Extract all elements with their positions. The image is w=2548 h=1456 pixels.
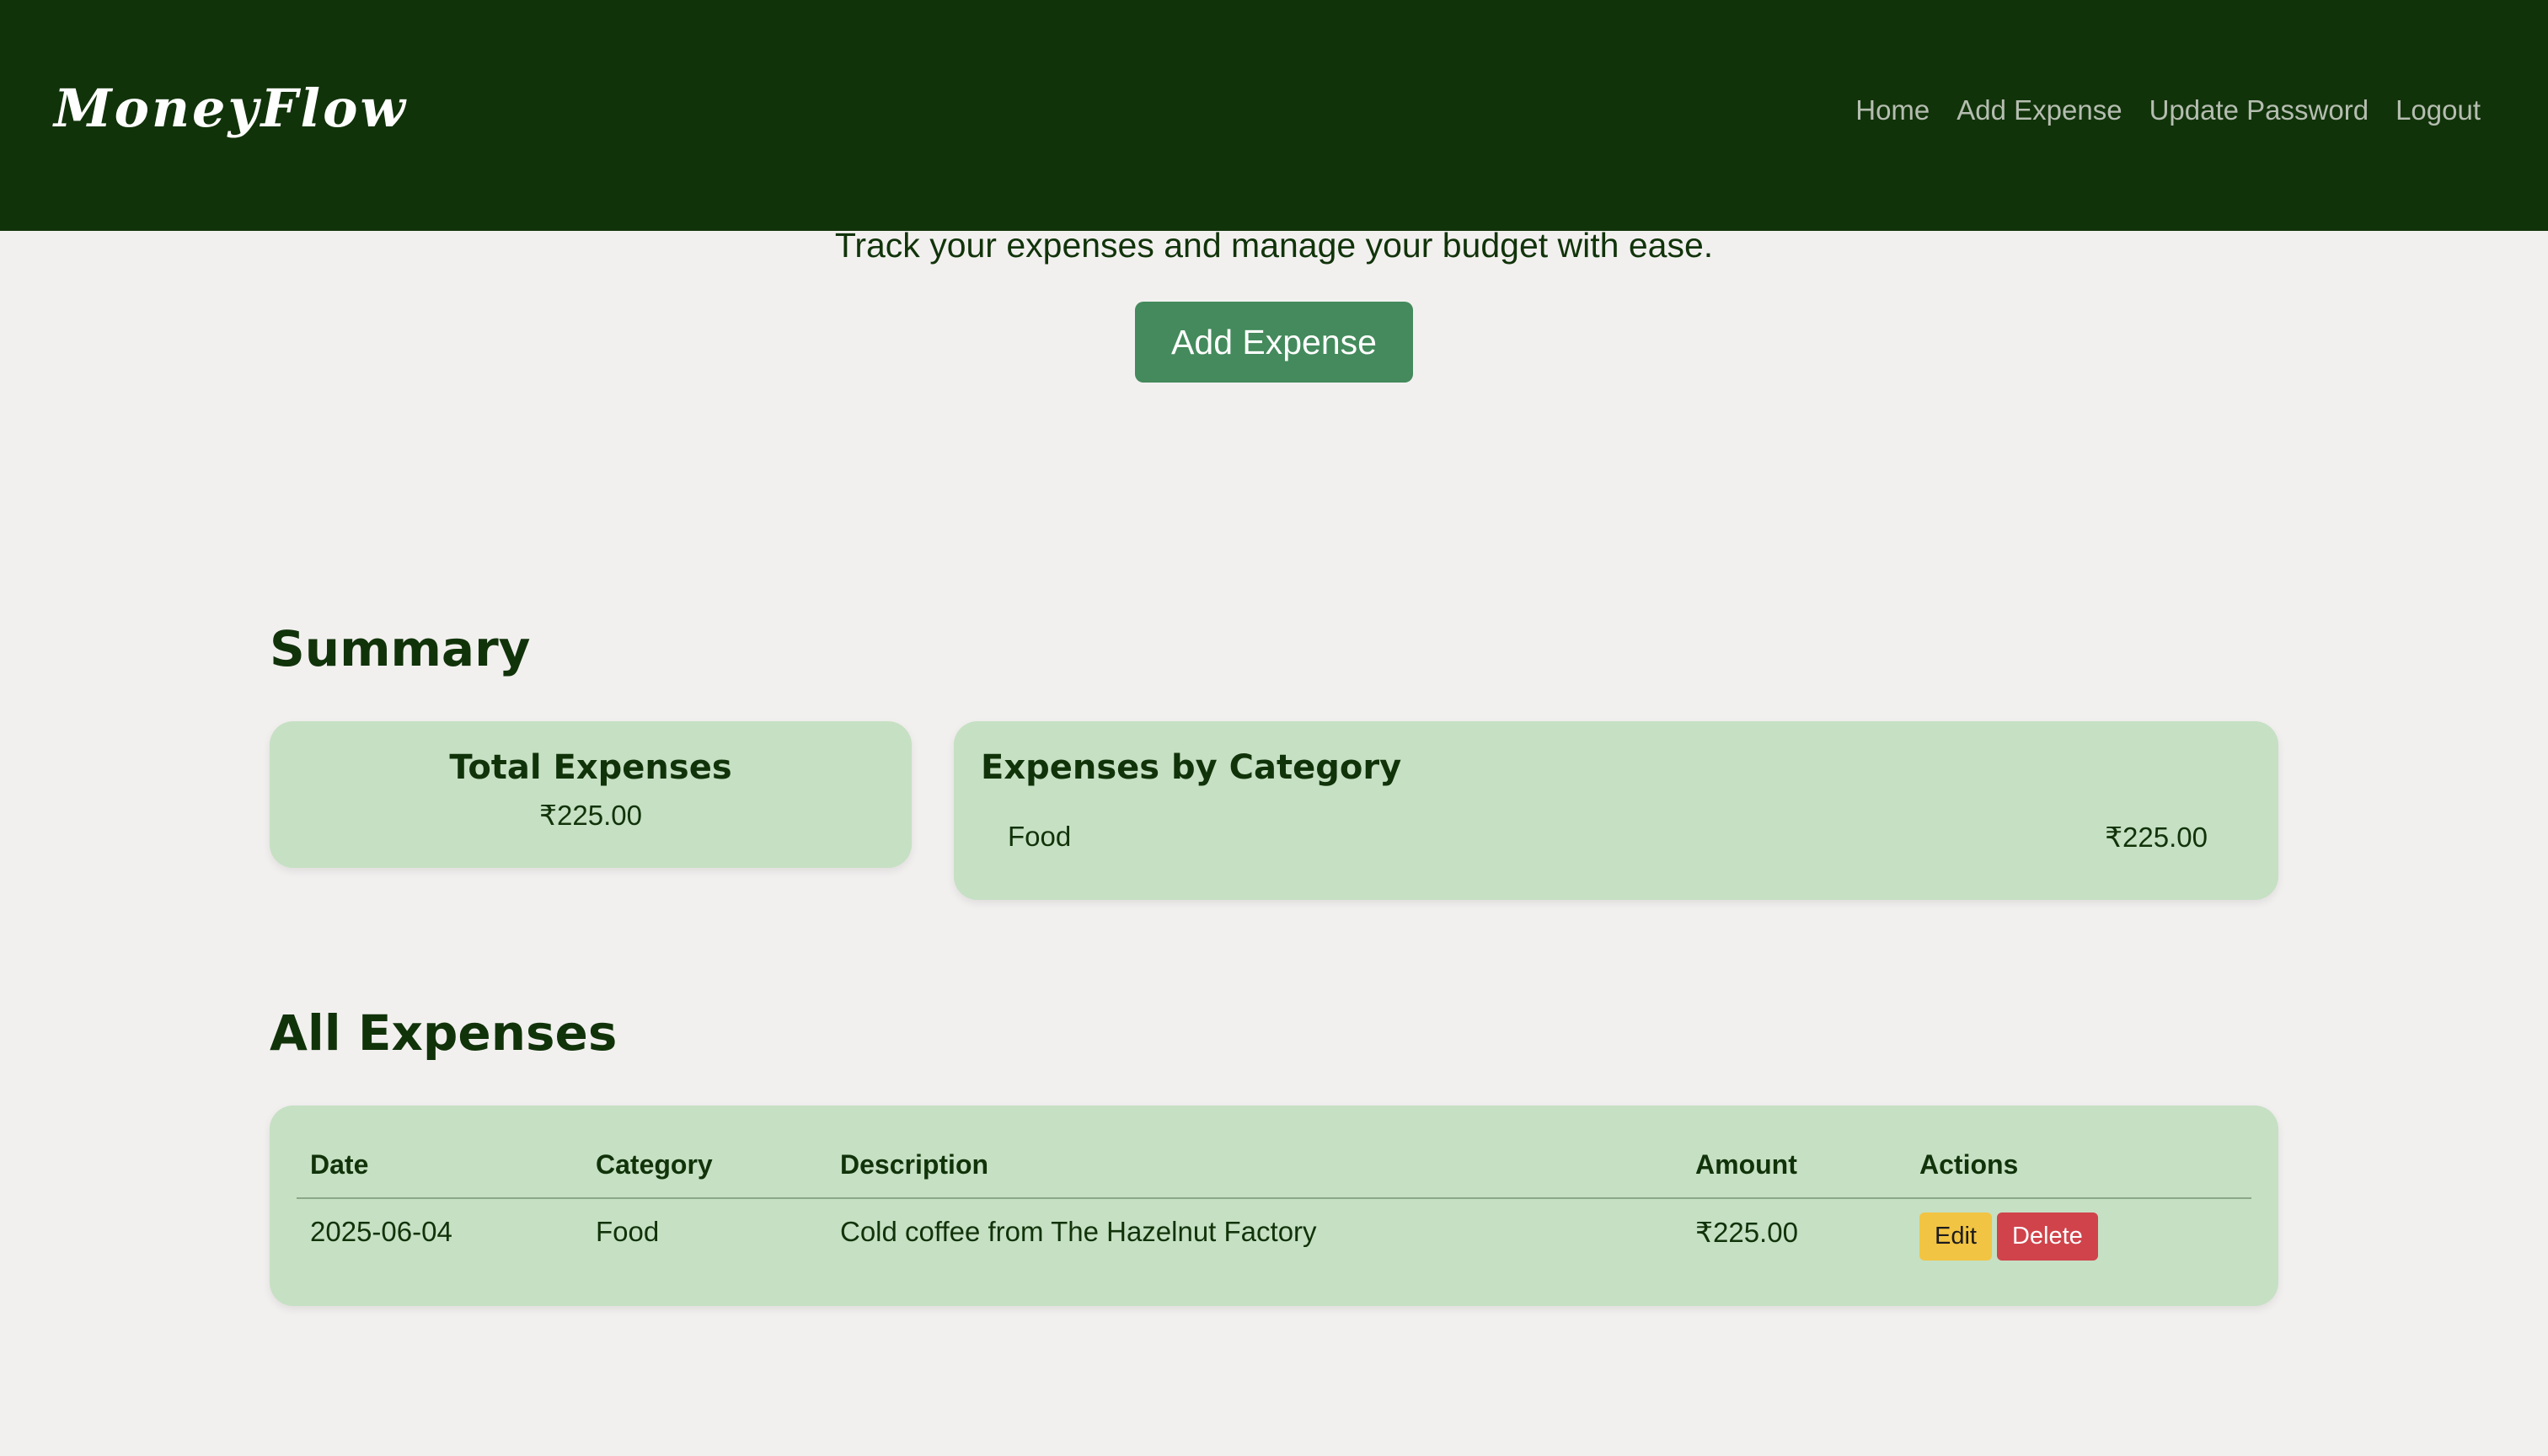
category-name: Food xyxy=(1008,821,1072,852)
expenses-by-category-card: Expenses by Category Food ₹225.00 xyxy=(954,721,2278,900)
edit-button[interactable]: Edit xyxy=(1919,1212,1992,1261)
cell-actions: Edit Delete xyxy=(1906,1198,2251,1276)
all-expenses-heading: All Expenses xyxy=(270,1004,618,1062)
delete-button[interactable]: Delete xyxy=(1996,1212,2098,1261)
total-expenses-title: Total Expenses xyxy=(449,748,732,787)
nav-link-update-password[interactable]: Update Password xyxy=(2149,94,2369,126)
cell-category: Food xyxy=(596,1216,660,1247)
total-expenses-value: ₹225.00 xyxy=(539,800,642,831)
nav-link-home[interactable]: Home xyxy=(1855,94,1930,126)
column-header-description: Description xyxy=(827,1143,1682,1199)
brand-logo[interactable]: MoneyFlow xyxy=(54,78,408,139)
expenses-table-card: Date Category Description Amount Actions… xyxy=(270,1105,2278,1306)
column-header-actions: Actions xyxy=(1906,1143,2251,1199)
total-expenses-card: Total Expenses ₹225.00 xyxy=(270,721,912,868)
hero-tagline: Track your expenses and manage your budg… xyxy=(834,226,1714,265)
nav-links: Home Add Expense Update Password Logout xyxy=(1855,94,2481,126)
table-row: 2025-06-04 Food Cold coffee from The Haz… xyxy=(297,1198,2251,1276)
cell-description: Cold coffee from The Hazelnut Factory xyxy=(840,1216,1317,1247)
column-header-date: Date xyxy=(297,1143,582,1199)
nav-link-add-expense[interactable]: Add Expense xyxy=(1956,94,2122,126)
table-header-row: Date Category Description Amount Actions xyxy=(297,1143,2251,1199)
category-amount: ₹225.00 xyxy=(2105,822,2208,853)
add-expense-button[interactable]: Add Expense xyxy=(1135,302,1413,383)
navbar: MoneyFlow Home Add Expense Update Passwo… xyxy=(0,0,2548,231)
column-header-category: Category xyxy=(582,1143,827,1199)
expenses-by-category-title: Expenses by Category xyxy=(981,748,1402,787)
cell-date: 2025-06-04 xyxy=(310,1216,452,1247)
expenses-table: Date Category Description Amount Actions… xyxy=(297,1143,2251,1276)
cell-amount: ₹225.00 xyxy=(1695,1217,1798,1248)
column-header-amount: Amount xyxy=(1682,1143,1906,1199)
category-row: Food ₹225.00 xyxy=(1008,821,2208,854)
summary-heading: Summary xyxy=(270,620,531,677)
nav-link-logout[interactable]: Logout xyxy=(2395,94,2481,126)
